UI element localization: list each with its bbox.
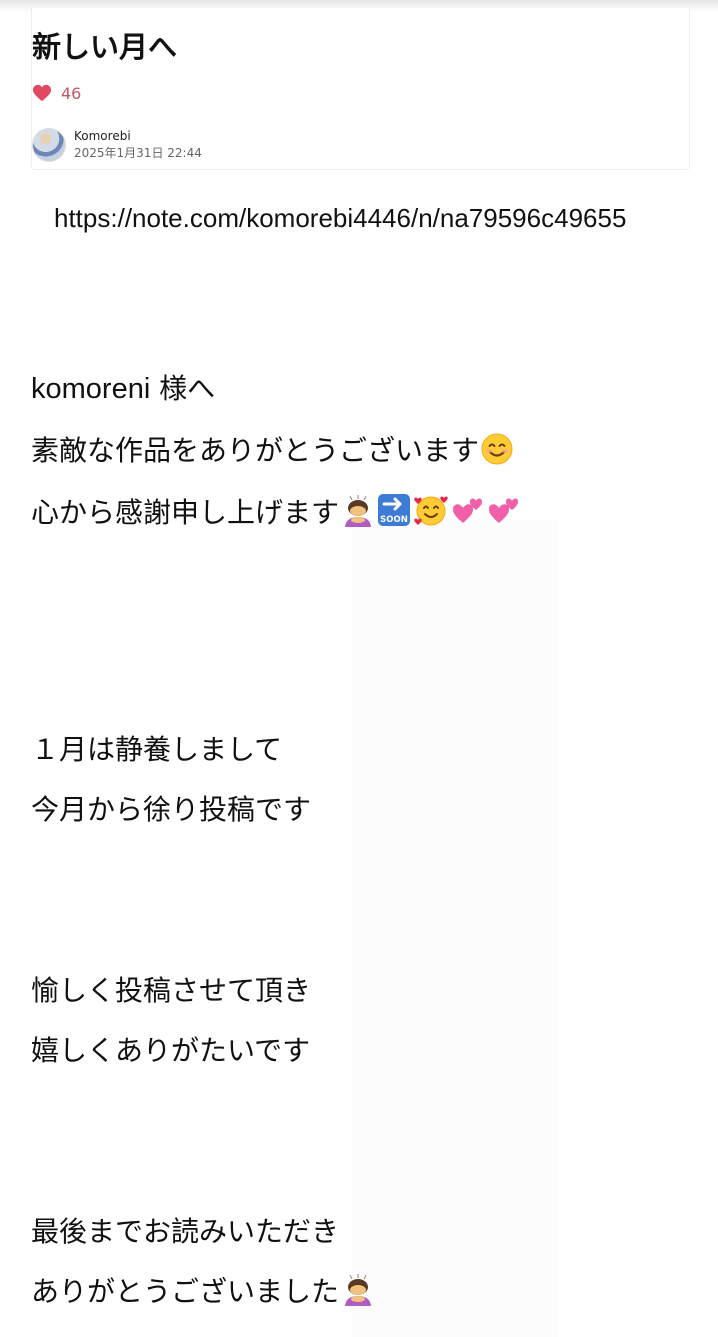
- smiling-face-with-hearts-icon: [413, 493, 449, 527]
- bowing-woman-icon: [341, 1272, 375, 1306]
- smiling-face-icon: [481, 433, 513, 465]
- gratitude-text: 心から感謝申し上げます: [31, 496, 340, 529]
- article-title[interactable]: 新しい月へ: [32, 24, 177, 66]
- author-name[interactable]: Komorebi: [74, 128, 202, 145]
- like-row[interactable]: 46: [32, 80, 81, 106]
- author-meta: Komorebi 2025年1月31日 22:44: [74, 128, 202, 162]
- body-line-thanks-reading: 最後までお読みいただき: [31, 1215, 340, 1248]
- svg-text:SOON: SOON: [380, 515, 408, 525]
- closing-text: ありがとうございました: [31, 1275, 340, 1308]
- body-line-gratitude: 心から感謝申し上げます SOON: [31, 493, 521, 533]
- author-row[interactable]: Komorebi 2025年1月31日 22:44: [32, 126, 202, 164]
- greeting-suffix: 様へ: [150, 372, 216, 405]
- body-line-greeting: komoreni 様へ: [31, 369, 215, 409]
- two-hearts-icon: [451, 493, 485, 527]
- body-line-closing: ありがとうございました: [31, 1272, 375, 1312]
- two-hearts-icon: [487, 493, 521, 527]
- body-line-thanks: 素敵な作品をありがとうございます: [31, 431, 513, 471]
- like-count: 46: [61, 83, 82, 103]
- thanks-text: 素敵な作品をありがとうございます: [31, 434, 480, 467]
- embedded-article-card[interactable]: 新しい月へ 46 Komorebi 2025年1月31日 22:44: [31, 8, 690, 170]
- soon-arrow-icon: SOON: [377, 493, 411, 527]
- article-link-url[interactable]: https://note.com/komorebi4446/n/na79596c…: [54, 203, 626, 234]
- body-line-resume-posting: 今月から徐り投稿です: [31, 793, 312, 826]
- bowing-woman-icon: [341, 493, 375, 527]
- author-avatar[interactable]: [32, 128, 66, 162]
- background-watermark: [352, 520, 558, 1337]
- heart-icon[interactable]: [32, 84, 52, 102]
- body-line-enjoy-posting: 愉しく投稿させて頂き: [31, 974, 312, 1007]
- recipient-name: komoreni: [31, 373, 151, 405]
- post-date: 2025年1月31日 22:44: [74, 146, 202, 160]
- body-line-grateful: 嬉しくありがたいです: [31, 1034, 311, 1067]
- body-line-rest-month: １月は静養しまして: [31, 733, 283, 766]
